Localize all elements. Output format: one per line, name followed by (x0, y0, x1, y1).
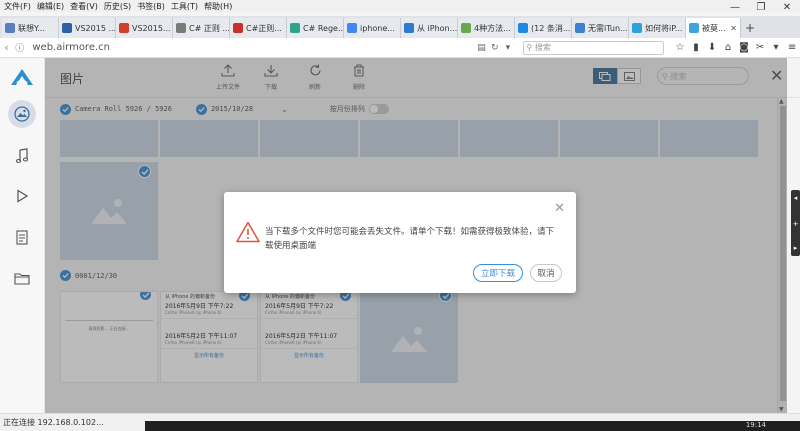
screenshot-icon[interactable]: ✂ (752, 42, 768, 53)
favicon-icon (518, 23, 528, 33)
browser-tab[interactable]: 联想Y... (2, 18, 59, 38)
browser-tab[interactable]: C# Rege... (287, 18, 344, 38)
library-icon[interactable]: ▮ (688, 42, 704, 53)
menu-item[interactable]: 帮助(H) (204, 1, 232, 12)
favicon-icon (290, 23, 300, 33)
taskbar: 19:14 (145, 421, 800, 431)
favicon-icon (5, 23, 15, 33)
favicon-icon (176, 23, 186, 33)
browser-tab[interactable]: C#正则... (230, 18, 287, 38)
favicon-icon (632, 23, 642, 33)
music-note-icon (15, 148, 29, 164)
close-window-button[interactable]: ✕ (774, 0, 800, 16)
menu-item[interactable]: 工具(T) (171, 1, 198, 12)
browser-tab[interactable]: 4种方法... (458, 18, 515, 38)
favicon-icon (461, 23, 471, 33)
sidebar-item-pictures[interactable] (8, 100, 36, 128)
airmore-logo-icon (11, 69, 33, 85)
browser-tab[interactable]: 被莫... ✕ (686, 18, 741, 38)
sidebar-item-videos[interactable] (8, 182, 36, 210)
taskbar-clock: 19:14 (745, 421, 766, 429)
menu-item[interactable]: 查看(V) (70, 1, 98, 12)
favicon-icon (404, 23, 414, 33)
tab-label: C# Rege... (303, 23, 344, 33)
browser-tab[interactable]: (12 条消... (515, 18, 572, 38)
sidebar-item-documents[interactable] (8, 223, 36, 251)
tab-label: 4种方法... (474, 23, 511, 33)
browser-tab[interactable]: 无需iTun... (572, 18, 629, 38)
home-icon[interactable]: ⌂ (720, 42, 736, 53)
search-icon: ⚲ (526, 43, 535, 52)
menu-item[interactable]: 历史(S) (104, 1, 131, 12)
tab-label: 从 iPhon... (417, 23, 458, 33)
tab-label: C#正则... (246, 23, 282, 33)
menu-item[interactable]: 文件(F) (4, 1, 31, 12)
address-bar: ‹ ⓘ web.airmore.cn ▤ ↻ ▾ ⚲ 搜索 ☆ ▮ ⬇ ⌂ ◙ … (0, 38, 800, 58)
url-field[interactable]: web.airmore.cn (32, 42, 475, 53)
back-arrow-icon[interactable]: ‹ (0, 41, 13, 54)
overflow-icon[interactable]: ▾ (768, 42, 784, 53)
hamburger-menu-icon[interactable]: ≡ (784, 42, 800, 53)
tab-label: 如何将iP... (645, 23, 683, 33)
restore-button[interactable]: ❐ (748, 0, 774, 16)
dialog-close-icon[interactable]: ✕ (554, 201, 565, 216)
app-sidebar (0, 58, 45, 413)
tab-label: 无需iTun... (588, 23, 628, 33)
tab-bar: 联想Y... VS2015 ... VS2015... C# 正则 ... C#正则..… (0, 16, 800, 38)
tab-label: 联想Y... (18, 23, 45, 33)
browser-tab[interactable]: iphone... (344, 18, 401, 38)
favicon-icon (233, 23, 243, 33)
favicon-icon (62, 23, 72, 33)
tab-label: VS2015... (132, 23, 171, 33)
window-controls: — ❐ ✕ (722, 0, 800, 16)
info-icon[interactable]: ⓘ (13, 41, 26, 54)
side-panel-handle[interactable]: ◂ + ▸ (791, 190, 800, 256)
favicon-icon (119, 23, 129, 33)
tab-label: VS2015 ... (75, 23, 116, 33)
menu-item[interactable]: 书签(B) (137, 1, 165, 12)
folder-icon (14, 272, 30, 285)
warning-icon (236, 221, 260, 243)
picture-icon (14, 106, 30, 122)
favicon-icon (575, 23, 585, 33)
tab-label: (12 条消... (531, 23, 571, 33)
browser-tab[interactable]: 从 iPhon... (401, 18, 458, 38)
tab-label: 被莫... (702, 23, 726, 33)
play-icon (17, 189, 28, 203)
tab-label: iphone... (360, 23, 395, 33)
downloads-icon[interactable]: ⬇ (704, 42, 720, 53)
download-now-button[interactable]: 立即下载 (473, 264, 523, 282)
dialog-message: 当下载多个文件时您可能会丢失文件。请单个下载！如需获得极致体验，请下载使用桌面端 (265, 227, 555, 251)
download-warning-dialog: ✕ 当下载多个文件时您可能会丢失文件。请单个下载！如需获得极致体验，请下载使用桌… (224, 192, 576, 293)
browser-tab[interactable]: C# 正则 ... (173, 18, 230, 38)
sidebar-item-files[interactable] (8, 264, 36, 292)
browser-tab[interactable]: VS2015... (116, 18, 173, 38)
browser-tab[interactable]: VS2015 ... (59, 18, 116, 38)
pocket-icon[interactable]: ◙ (736, 42, 752, 53)
bookmark-star-icon[interactable]: ☆ (672, 42, 688, 53)
menu-bar: 文件(F) 编辑(E) 查看(V) 历史(S) 书签(B) 工具(T) 帮助(H) (0, 0, 800, 12)
reload-icon[interactable]: ↻ (488, 43, 501, 53)
search-placeholder: 搜索 (534, 43, 551, 52)
dropdown-icon[interactable]: ▾ (501, 43, 514, 53)
browser-tab[interactable]: 如何将iP... (629, 18, 686, 38)
menu-item[interactable]: 编辑(E) (37, 1, 64, 12)
favicon-icon (689, 23, 699, 33)
sidebar-item-music[interactable] (8, 142, 36, 170)
minimize-button[interactable]: — (722, 0, 748, 16)
tab-label: C# 正则 ... (189, 23, 230, 33)
document-icon (16, 229, 28, 245)
cancel-button[interactable]: 取消 (530, 264, 562, 282)
favicon-icon (347, 23, 357, 33)
new-tab-button[interactable]: + (741, 18, 759, 38)
browser-search-input[interactable]: ⚲ 搜索 (522, 40, 665, 55)
close-tab-icon[interactable]: ✕ (730, 24, 737, 33)
reader-icon[interactable]: ▤ (475, 43, 488, 53)
status-text: 正在连接 192.168.0.102... (3, 418, 104, 427)
